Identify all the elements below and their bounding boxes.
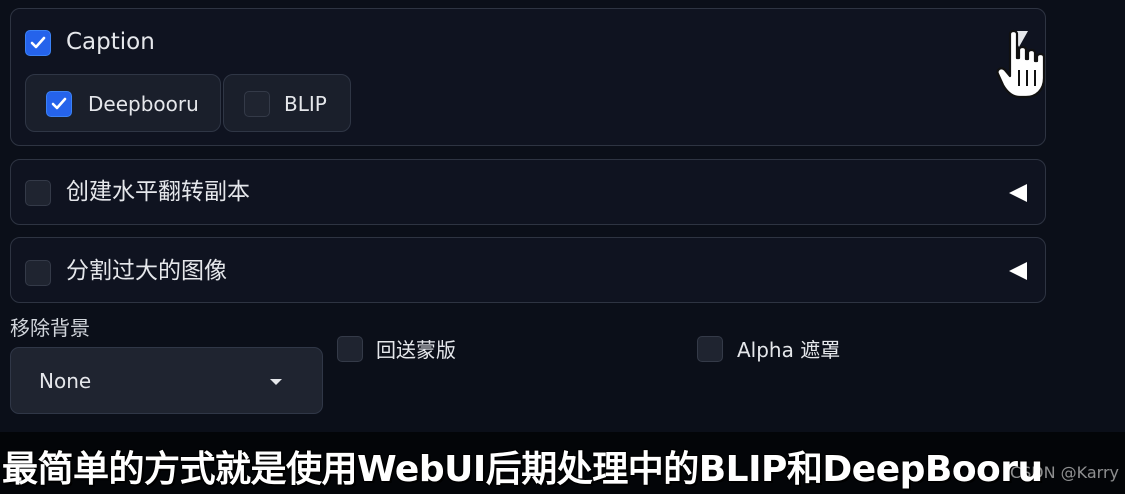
- flip-label: 创建水平翻转副本: [66, 179, 250, 205]
- check-icon: [30, 36, 46, 49]
- hand-pointer-icon: [996, 29, 1046, 99]
- remove-background-select[interactable]: None: [10, 347, 323, 414]
- blip-label: BLIP: [284, 92, 327, 116]
- caret-down-icon: [270, 379, 282, 385]
- flip-checkbox[interactable]: [25, 180, 51, 206]
- caption-checkbox[interactable]: [25, 30, 51, 56]
- remove-background-label: 移除背景: [10, 316, 90, 340]
- split-accordion[interactable]: 分割过大的图像: [10, 237, 1046, 303]
- deepbooru-label: Deepbooru: [88, 92, 199, 116]
- split-label: 分割过大的图像: [66, 258, 227, 284]
- subtitle-text: 最简单的方式就是使用WebUI后期处理中的BLIP和DeepBooru: [2, 449, 1043, 490]
- remove-background-value: None: [39, 369, 92, 393]
- deepbooru-checkbox[interactable]: [46, 91, 72, 117]
- blip-option[interactable]: BLIP: [223, 74, 351, 132]
- caption-accordion: Caption Deepbooru BLIP: [10, 8, 1046, 146]
- triangle-left-icon[interactable]: [1009, 262, 1027, 280]
- flip-accordion[interactable]: 创建水平翻转副本: [10, 159, 1046, 225]
- alpha-matting-label: Alpha 遮罩: [737, 338, 841, 362]
- caption-label: Caption: [66, 29, 155, 55]
- deepbooru-option[interactable]: Deepbooru: [25, 74, 221, 132]
- triangle-left-icon[interactable]: [1009, 184, 1027, 202]
- split-checkbox[interactable]: [25, 260, 51, 286]
- blip-checkbox[interactable]: [244, 91, 270, 117]
- return-mask-checkbox[interactable]: [337, 336, 363, 362]
- watermark: CSDN @Karry: [1009, 463, 1119, 482]
- alpha-matting-checkbox[interactable]: [697, 336, 723, 362]
- return-mask-label: 回送蒙版: [376, 338, 456, 362]
- check-icon: [51, 97, 67, 110]
